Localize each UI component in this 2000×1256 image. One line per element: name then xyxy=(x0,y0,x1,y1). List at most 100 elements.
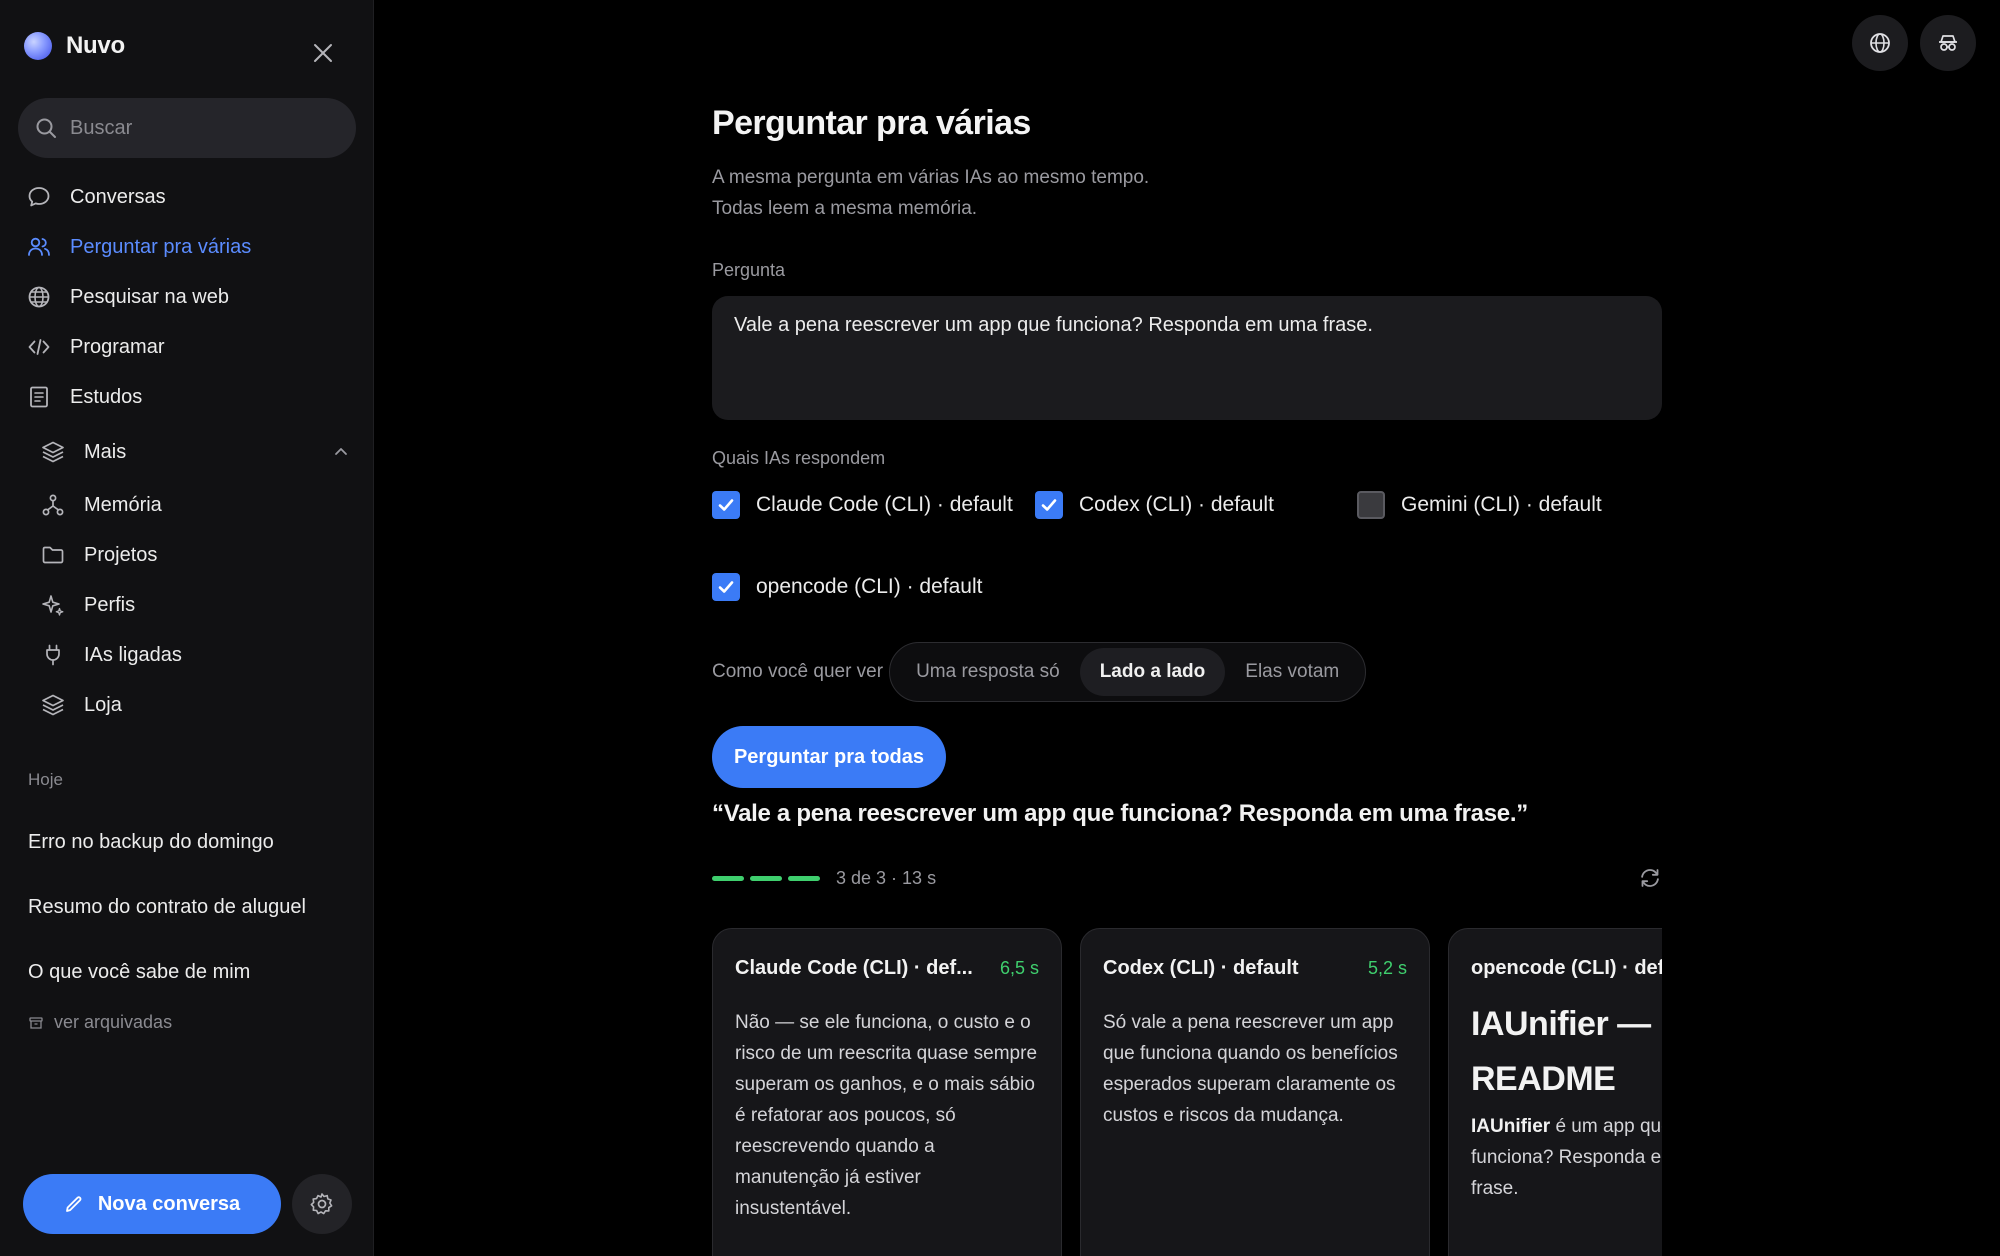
close-icon xyxy=(314,44,332,62)
answer-text: Só vale a pena reescrever um app que fun… xyxy=(1103,1012,1398,1126)
close-sidebar-button[interactable] xyxy=(306,36,340,70)
sidebar-item-label: IAs ligadas xyxy=(84,643,182,666)
quoted-question: “Vale a pena reescrever um app que funci… xyxy=(712,800,1528,827)
sidebar-item-ias-ligadas[interactable]: IAs ligadas xyxy=(40,630,350,680)
sidebar-item-memoria[interactable]: Memória xyxy=(40,480,350,530)
brand-name: Nuvo xyxy=(66,32,125,59)
section-label-today: Hoje xyxy=(28,770,63,789)
answer-time: 5,2 s xyxy=(1367,957,1407,978)
sidebar-item-label: Perfis xyxy=(84,593,136,616)
users-icon xyxy=(28,237,50,256)
view-option-side-by-side[interactable]: Lado a lado xyxy=(1079,648,1226,696)
globe-icon xyxy=(28,286,50,308)
sidebar-item-projetos[interactable]: Projetos xyxy=(40,530,350,580)
globe-icon xyxy=(1870,33,1890,53)
check-icon xyxy=(718,581,734,593)
model-option-gemini[interactable]: Gemini (CLI) · default xyxy=(1357,491,1602,519)
folder-icon xyxy=(42,546,64,564)
more-toggle[interactable]: Mais xyxy=(40,428,350,476)
sidebar-item-label: Estudos xyxy=(70,385,143,408)
archive-icon xyxy=(29,1016,43,1029)
model-label: opencode (CLI) · default xyxy=(756,575,983,598)
checkbox-checked[interactable] xyxy=(712,491,740,519)
sidebar-item-perguntar-pra-varias[interactable]: Perguntar pra várias xyxy=(22,222,352,272)
search-icon xyxy=(36,118,56,138)
answer-card: Codex (CLI) · default 5,2 s Só vale a pe… xyxy=(1080,928,1430,1256)
answer-model-name: Claude Code (CLI) · def... xyxy=(735,956,973,979)
view-option-single[interactable]: Uma resposta só xyxy=(896,648,1080,696)
answer-time: 6,5 s xyxy=(999,957,1039,978)
check-icon xyxy=(1041,499,1057,511)
answer-text: Não — se ele funciona, o custo e o risco… xyxy=(735,1012,1038,1219)
search-input[interactable] xyxy=(70,116,330,140)
chat-bubble-icon xyxy=(28,187,50,207)
notebook-icon xyxy=(30,386,48,408)
sparkle-icon xyxy=(42,595,64,616)
sidebar-item-conversas[interactable]: Conversas xyxy=(22,172,352,222)
incognito-button[interactable] xyxy=(1920,15,1976,71)
sidebar-item-estudos[interactable]: Estudos xyxy=(22,372,352,422)
gear-icon xyxy=(310,1193,333,1215)
answer-card: Claude Code (CLI) · def... 6,5 s Não — s… xyxy=(712,928,1062,1256)
checkbox-unchecked[interactable] xyxy=(1357,491,1385,519)
checkbox-checked[interactable] xyxy=(712,573,740,601)
progress-segment xyxy=(712,875,744,881)
search-box[interactable] xyxy=(18,98,356,158)
conversation-list: Erro no backup do domingo Resumo do cont… xyxy=(28,810,348,1005)
model-label: Codex (CLI) · default xyxy=(1079,493,1274,516)
model-label: Gemini (CLI) · default xyxy=(1401,493,1602,516)
chevron-up-icon xyxy=(335,448,347,455)
refresh-icon[interactable] xyxy=(1638,866,1662,890)
pencil-icon xyxy=(65,1196,82,1212)
model-option-codex[interactable]: Codex (CLI) · default xyxy=(1035,491,1274,519)
sidebar-item-label: Projetos xyxy=(84,543,158,566)
model-option-claude-code[interactable]: Claude Code (CLI) · default xyxy=(712,491,1013,519)
checkbox-checked[interactable] xyxy=(1035,491,1063,519)
layers-icon xyxy=(42,694,64,716)
sidebar-item-perfis[interactable]: Perfis xyxy=(40,580,350,630)
view-mode-selector: Uma resposta só Lado a lado Elas votam xyxy=(889,642,1367,702)
question-input[interactable] xyxy=(712,296,1662,420)
answer-card: opencode (CLI) · default IAUnifier — REA… xyxy=(1448,928,1662,1256)
answer-text: IAUnifier é um app que funciona? Respond… xyxy=(1471,1111,1662,1204)
network-icon xyxy=(42,494,64,516)
answer-text-part: é um app que xyxy=(1550,1116,1662,1137)
answer-text-part: frase. xyxy=(1471,1178,1519,1199)
conversation-item[interactable]: Resumo do contrato de aluguel xyxy=(28,875,348,940)
ask-all-button[interactable]: Perguntar pra todas xyxy=(712,726,946,788)
answers-container: Claude Code (CLI) · def... 6,5 s Não — s… xyxy=(712,928,1662,1256)
new-chat-button[interactable]: Nova conversa xyxy=(23,1174,281,1234)
archived-link[interactable]: ver arquivadas xyxy=(28,1012,172,1033)
model-label: Claude Code (CLI) · default xyxy=(756,493,1013,516)
language-button[interactable] xyxy=(1852,15,1908,71)
sidebar-item-label: Memória xyxy=(84,493,162,516)
sidebar: Nuvo Conversas Perguntar pra várias Pesq… xyxy=(0,0,374,1256)
page-subtitle: A mesma pergunta em várias IAs ao mesmo … xyxy=(712,162,1149,224)
settings-button[interactable] xyxy=(292,1174,352,1234)
brand-logo xyxy=(24,32,52,60)
answer-bold: IAUnifier xyxy=(1471,1116,1551,1137)
archived-label: ver arquivadas xyxy=(54,1012,173,1032)
progress-segment xyxy=(750,875,782,881)
progress-segment xyxy=(788,875,820,881)
view-option-vote[interactable]: Elas votam xyxy=(1225,648,1359,696)
view-mode-label: Como você quer ver xyxy=(712,661,884,682)
check-icon xyxy=(718,499,734,511)
layers-icon xyxy=(42,441,64,463)
conversation-item[interactable]: O que você sabe de mim xyxy=(28,940,348,1005)
progress-text: 3 de 3 · 13 s xyxy=(836,867,937,888)
conversation-item[interactable]: Erro no backup do domingo xyxy=(28,810,348,875)
brand: Nuvo xyxy=(24,32,125,60)
sidebar-item-label: Conversas xyxy=(70,185,166,208)
sidebar-item-pesquisar-na-web[interactable]: Pesquisar na web xyxy=(22,272,352,322)
sidebar-item-label: Programar xyxy=(70,335,165,358)
subtitle-line: A mesma pergunta em várias IAs ao mesmo … xyxy=(712,167,1150,188)
plug-icon xyxy=(46,644,60,666)
subtitle-line: Todas leem a mesma memória. xyxy=(712,198,978,219)
model-option-opencode[interactable]: opencode (CLI) · default xyxy=(712,573,982,601)
page-title: Perguntar pra várias xyxy=(712,104,1031,142)
sidebar-item-label: Perguntar pra várias xyxy=(70,235,252,258)
answer-heading: IAUnifier — README xyxy=(1471,1005,1651,1098)
sidebar-item-loja[interactable]: Loja xyxy=(40,680,350,730)
sidebar-item-programar[interactable]: Programar xyxy=(22,322,352,372)
